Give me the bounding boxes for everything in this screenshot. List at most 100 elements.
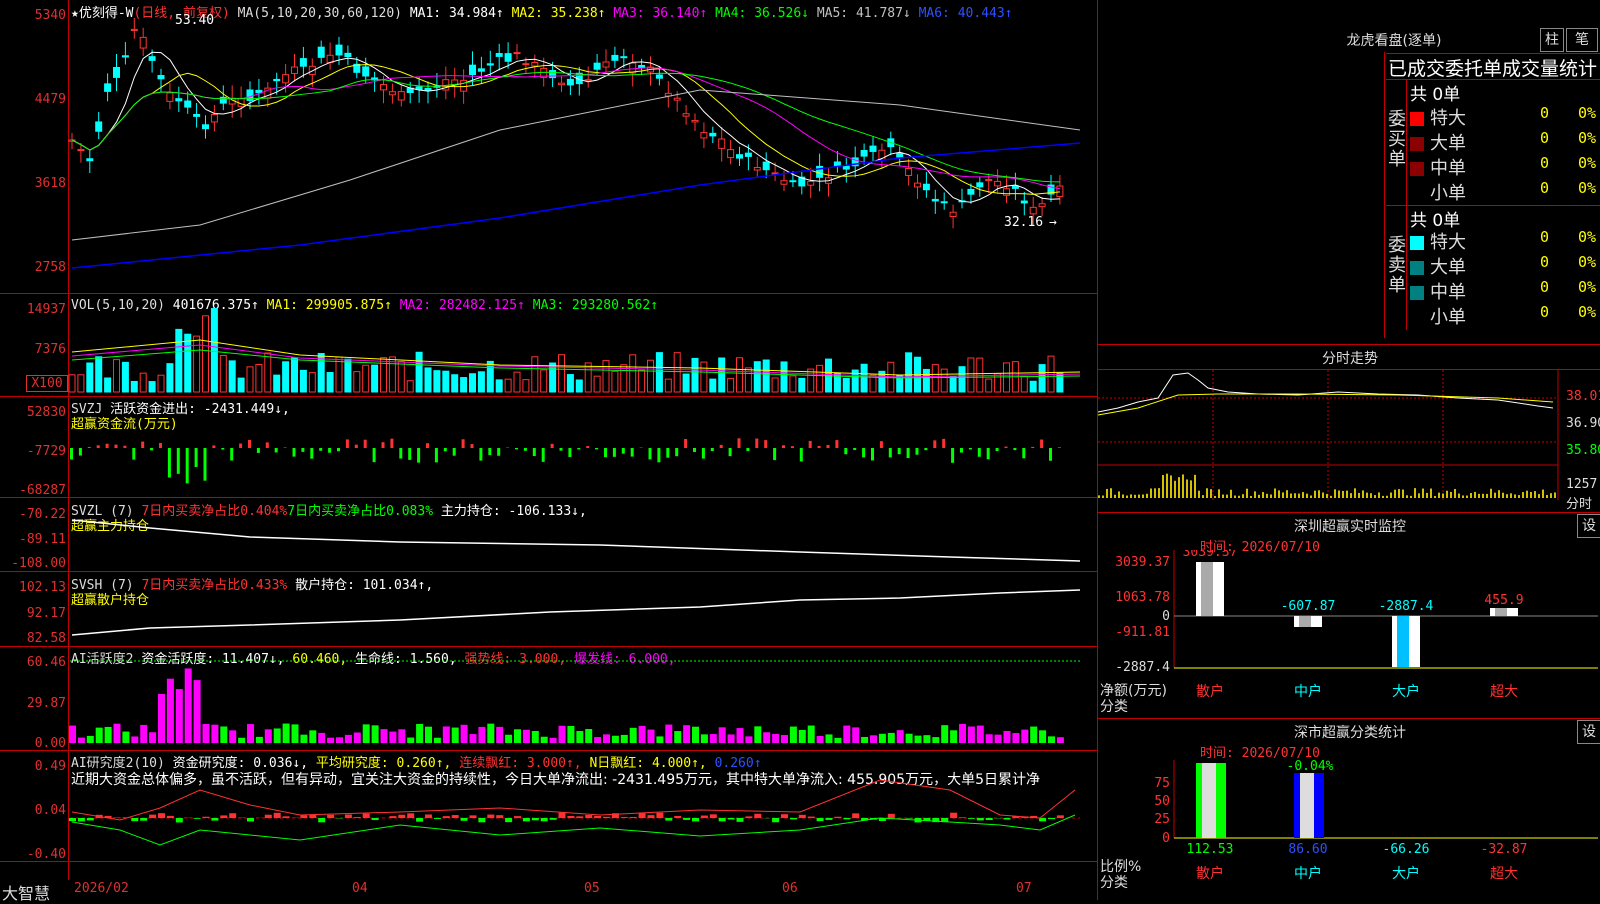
fund-flow-bar bbox=[524, 448, 527, 451]
fund-flow-bar bbox=[70, 448, 73, 459]
fund-flow-bar bbox=[382, 442, 385, 448]
candle bbox=[1030, 207, 1036, 214]
cls-bar-chart[interactable]: 7550250-0.04%112.5386.60-66.26-32.87散户中户… bbox=[1098, 760, 1600, 900]
volume-bar bbox=[950, 377, 956, 392]
order-size-label: 中单 bbox=[1430, 158, 1466, 179]
sz-bar bbox=[1299, 616, 1311, 627]
research-bar bbox=[594, 816, 601, 818]
activity-bar bbox=[834, 738, 841, 743]
column-view-button[interactable]: 柱 bbox=[1540, 28, 1564, 52]
sz-bar bbox=[1495, 608, 1507, 616]
volume-bar bbox=[648, 360, 654, 392]
volume-bar bbox=[576, 380, 582, 392]
fund-flow-bar bbox=[551, 444, 554, 448]
intraday-volume-bar bbox=[1422, 489, 1424, 498]
activity-bar bbox=[808, 726, 815, 743]
intraday-volume-bar bbox=[1210, 489, 1212, 498]
activity-bar bbox=[505, 735, 512, 743]
volume-bar bbox=[363, 365, 369, 392]
sz-bar-chart[interactable]: 3039.371063.780-911.81-2887.43039.37-607… bbox=[1098, 550, 1600, 720]
research-bar bbox=[888, 814, 895, 818]
volume-bar bbox=[158, 375, 164, 392]
volume-bar bbox=[790, 376, 796, 392]
fund-flow-bar bbox=[515, 448, 518, 449]
fund-flow-bar bbox=[417, 448, 420, 463]
intraday-volume-bar bbox=[1530, 492, 1532, 498]
candle bbox=[461, 80, 467, 91]
activity-bar bbox=[238, 738, 245, 743]
activity-bar bbox=[817, 736, 824, 743]
order-row: 大单00% bbox=[1410, 253, 1600, 277]
intraday-volume-bar bbox=[1406, 495, 1408, 498]
volume-bar bbox=[203, 316, 209, 392]
volume-bar bbox=[274, 375, 280, 392]
research-bar bbox=[300, 815, 307, 818]
fund-flow-bar bbox=[1040, 440, 1043, 448]
volume-bar bbox=[567, 375, 573, 392]
intraday-volume-bar bbox=[1290, 494, 1292, 498]
activity-bar bbox=[879, 734, 886, 743]
intraday-volume-bar bbox=[1182, 474, 1184, 498]
research-line bbox=[72, 780, 1075, 820]
fund-flow-bar bbox=[969, 448, 972, 449]
divider bbox=[1098, 512, 1600, 513]
cls-settings-button[interactable]: 设 bbox=[1577, 720, 1600, 744]
cls-value: -66.26 bbox=[1383, 842, 1430, 857]
volume-bar bbox=[461, 378, 467, 392]
candle bbox=[78, 150, 84, 151]
sz-settings-button[interactable]: 设 bbox=[1577, 514, 1600, 538]
activity-bar bbox=[710, 734, 717, 743]
lhb-title: 龙虎看盘(逐单) bbox=[1098, 30, 1600, 50]
activity-bar bbox=[327, 738, 334, 743]
volume-bar bbox=[425, 368, 431, 392]
fund-flow-bar bbox=[266, 442, 269, 448]
order-count: 0 bbox=[1540, 154, 1549, 172]
candle bbox=[514, 53, 520, 54]
fund-flow-bar bbox=[1013, 448, 1016, 450]
activity-bar bbox=[220, 726, 227, 743]
fund-flow-bar bbox=[373, 448, 376, 462]
candle bbox=[389, 92, 395, 95]
volume-bar bbox=[327, 373, 333, 392]
cls-y-tick: 75 bbox=[1154, 776, 1170, 791]
intraday-chart[interactable] bbox=[1098, 370, 1600, 510]
fund-flow-bar bbox=[595, 448, 598, 449]
volume-bar bbox=[701, 362, 707, 392]
candle bbox=[176, 99, 182, 101]
fund-flow-bar bbox=[364, 440, 367, 448]
research-bar bbox=[576, 816, 583, 818]
fs-y-label: 38.01 bbox=[1566, 389, 1600, 404]
fund-flow-bar bbox=[675, 448, 678, 456]
sz-y-tick: -911.81 bbox=[1115, 625, 1170, 640]
tick-view-button[interactable]: 笔 bbox=[1566, 28, 1598, 52]
activity-bar bbox=[398, 729, 405, 743]
retail-position-line bbox=[72, 590, 1080, 635]
research-bar bbox=[407, 813, 414, 818]
candle bbox=[585, 80, 591, 81]
candle bbox=[256, 90, 262, 92]
volume-bar bbox=[505, 379, 511, 392]
candle bbox=[1057, 186, 1063, 197]
sz-bar bbox=[1397, 616, 1409, 667]
fund-flow-bar bbox=[204, 448, 207, 481]
intraday-volume-bar bbox=[1394, 490, 1396, 498]
sz-y-tick: -2887.4 bbox=[1115, 660, 1170, 675]
fund-flow-bar bbox=[390, 439, 393, 448]
intraday-volume-bar bbox=[1426, 493, 1428, 498]
volume-bar bbox=[211, 309, 217, 392]
research-bar bbox=[194, 818, 201, 819]
main-chart-svg[interactable]: 53.40 32.16 → bbox=[0, 0, 1097, 900]
fund-flow-bar bbox=[827, 445, 830, 448]
volume-bar bbox=[105, 378, 111, 392]
research-bar bbox=[559, 813, 566, 818]
activity-bar bbox=[781, 735, 788, 743]
research-bar bbox=[434, 818, 441, 819]
volume-bar bbox=[478, 372, 484, 392]
fs-y-label: 36.90 bbox=[1566, 416, 1600, 431]
research-bar bbox=[719, 818, 726, 821]
fund-flow-bar bbox=[978, 448, 981, 457]
volume-bar bbox=[639, 370, 645, 392]
research-bar bbox=[478, 818, 485, 822]
volume-bar bbox=[1021, 376, 1027, 392]
candle bbox=[710, 133, 716, 136]
